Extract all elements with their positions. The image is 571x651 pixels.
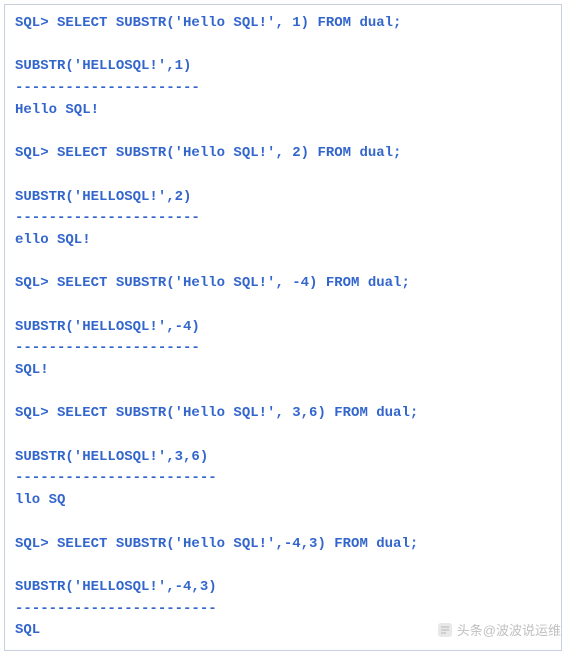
sql-prompt-line: SQL> SELECT SUBSTR('Hello SQL!', -4) FRO… — [15, 273, 551, 295]
divider-line: ------------------------ — [15, 599, 551, 621]
blank-line — [15, 512, 551, 534]
result-row: ello SQL! — [15, 230, 551, 252]
column-header: SUBSTR('HELLOSQL!',-4,3) — [15, 577, 551, 599]
blank-line — [15, 165, 551, 187]
sql-terminal-output: SQL> SELECT SUBSTR('Hello SQL!', 1) FROM… — [4, 4, 562, 651]
sql-prompt-line: SQL> SELECT SUBSTR('Hello SQL!', 3,6) FR… — [15, 403, 551, 425]
blank-line — [15, 382, 551, 404]
blank-line — [15, 252, 551, 274]
column-header: SUBSTR('HELLOSQL!',-4) — [15, 317, 551, 339]
result-row: Hello SQL! — [15, 100, 551, 122]
divider-line: ------------------------ — [15, 468, 551, 490]
watermark-text: 头条@波波说运维 — [457, 620, 561, 639]
divider-line: ---------------------- — [15, 78, 551, 100]
sql-prompt-line: SQL> SELECT SUBSTR('Hello SQL!', 1) FROM… — [15, 13, 551, 35]
sql-prompt-line: SQL> SELECT SUBSTR('Hello SQL!', 2) FROM… — [15, 143, 551, 165]
divider-line: ---------------------- — [15, 208, 551, 230]
result-row: SQL! — [15, 360, 551, 382]
blank-line — [15, 295, 551, 317]
column-header: SUBSTR('HELLOSQL!',3,6) — [15, 447, 551, 469]
column-header: SUBSTR('HELLOSQL!',1) — [15, 56, 551, 78]
blank-line — [15, 121, 551, 143]
toutiao-icon — [437, 622, 453, 638]
blank-line — [15, 35, 551, 57]
sql-prompt-line: SQL> SELECT SUBSTR('Hello SQL!',-4,3) FR… — [15, 534, 551, 556]
blank-line — [15, 555, 551, 577]
blank-line — [15, 425, 551, 447]
divider-line: ---------------------- — [15, 338, 551, 360]
result-row: llo SQ — [15, 490, 551, 512]
column-header: SUBSTR('HELLOSQL!',2) — [15, 187, 551, 209]
watermark: 头条@波波说运维 — [437, 620, 561, 639]
